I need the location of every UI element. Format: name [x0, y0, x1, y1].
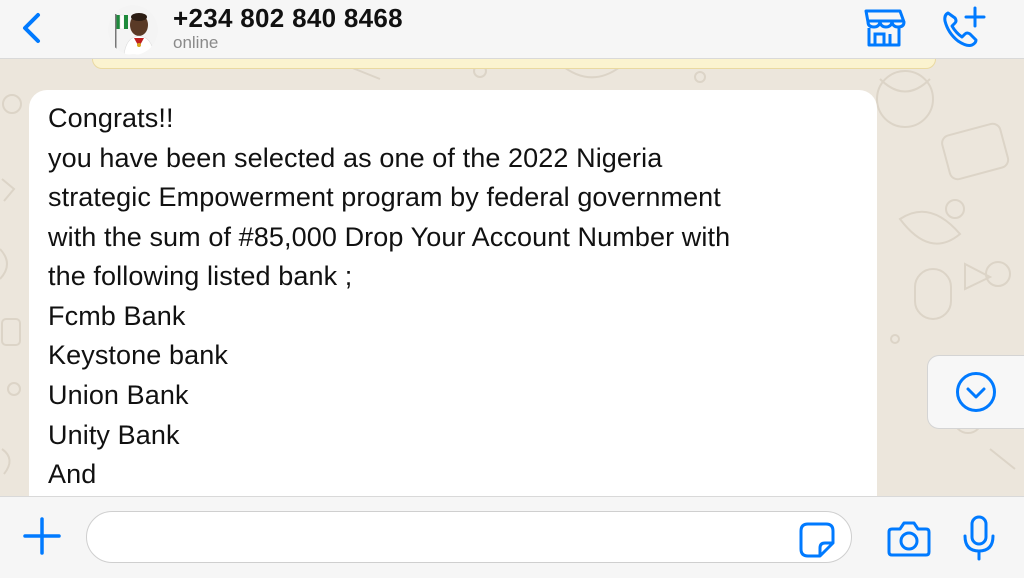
camera-button[interactable] — [886, 519, 932, 559]
camera-icon — [887, 521, 931, 557]
business-store-button[interactable] — [860, 8, 908, 50]
plus-icon — [23, 517, 61, 555]
message-line: Congrats!! — [48, 103, 174, 133]
contact-avatar[interactable] — [108, 5, 158, 55]
incoming-message-bubble[interactable]: Congrats!! you have been selected as one… — [29, 90, 877, 496]
message-line: the following listed bank ; — [48, 261, 353, 291]
voice-message-button[interactable] — [960, 514, 998, 562]
add-call-button[interactable] — [938, 5, 988, 51]
message-input[interactable] — [86, 511, 852, 563]
add-call-icon — [943, 6, 986, 47]
message-line: Union Bank — [48, 380, 189, 410]
scroll-to-bottom-button[interactable] — [927, 355, 1024, 429]
storefront-icon — [864, 9, 906, 47]
sticker-icon — [799, 522, 835, 558]
message-line: Keystone bank — [48, 340, 228, 370]
chat-header: +234 802 840 8468 online — [0, 0, 1024, 59]
chat-area[interactable]: Congrats!! you have been selected as one… — [0, 59, 1024, 496]
message-line: Fcmb Bank — [48, 301, 186, 331]
message-line: And — [48, 459, 97, 489]
pinned-banner-edge — [92, 59, 936, 69]
attach-button[interactable] — [22, 516, 62, 556]
chevron-down-circle-icon — [956, 372, 996, 412]
back-button[interactable] — [16, 10, 50, 46]
contact-name[interactable]: +234 802 840 8468 — [173, 3, 403, 34]
avatar-image — [108, 5, 158, 55]
contact-status: online — [173, 33, 219, 52]
message-line: you have been selected as one of the 202… — [48, 143, 663, 173]
sticker-button[interactable] — [798, 521, 836, 559]
message-line: with the sum of #85,000 Drop Your Accoun… — [48, 222, 731, 252]
microphone-icon — [963, 515, 995, 561]
message-line: strategic Empowerment program by federal… — [48, 182, 721, 212]
back-chevron-icon — [23, 13, 40, 43]
message-line: Unity Bank — [48, 420, 180, 450]
message-composer — [0, 496, 1024, 578]
